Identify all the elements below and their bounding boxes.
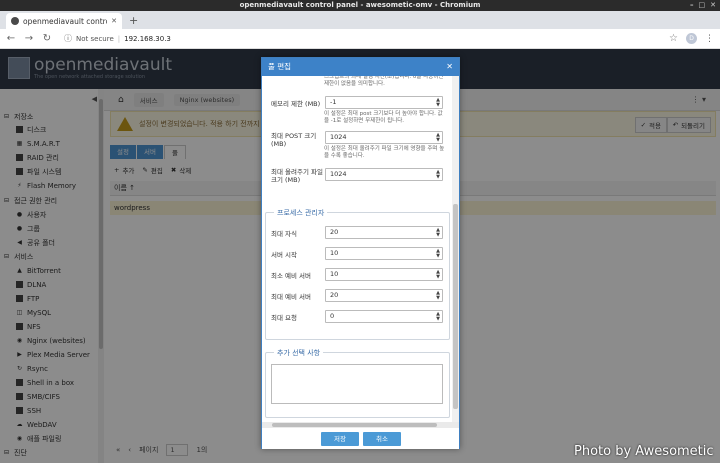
post-max-hint: 이 설정은 최대 올려주기 파일 크기에 영향을 주며 높을 수록 좋습니다. [324,146,445,159]
spinner-icon[interactable]: ▲ ▼ [436,170,440,180]
close-icon[interactable]: ✕ [446,58,453,76]
maximize-icon[interactable]: □ [699,0,706,11]
reload-icon[interactable]: ↻ [42,33,52,44]
address-bar[interactable]: ⓘ Not secure | 192.168.30.3 [64,33,171,44]
profile-avatar[interactable]: D [686,33,697,44]
post-max-field[interactable]: 1024 ▲ ▼ [325,131,443,144]
memory-limit-field[interactable]: -1 ▲ ▼ [325,96,443,109]
max-requests-label: 최대 요청 [271,314,297,322]
url-text: 192.168.30.3 [124,34,171,43]
min-spare-field[interactable]: 10 ▲ ▼ [325,268,443,281]
max-requests-field[interactable]: 0 ▲ ▼ [325,310,443,323]
browser-menu-icon[interactable]: ⋮ [705,34,714,44]
info-icon[interactable]: ⓘ [64,33,72,44]
dialog-header: 풀 편집 ✕ [262,58,459,76]
window-title: openmediavault control panel - awesometi… [239,1,481,9]
close-tab-icon[interactable]: ✕ [111,17,117,25]
spinner-icon[interactable]: ▲ ▼ [436,249,440,259]
cancel-button[interactable]: 취소 [363,432,401,446]
spinner-icon[interactable]: ▲ ▼ [436,228,440,238]
favicon-icon [11,17,19,25]
extra-options-textarea[interactable] [271,364,443,404]
extra-options-legend: 추가 선택 사항 [274,348,324,358]
dialog-body: 스크립트의 최대 실행 시간(초)입니다. 0을 사용하면 제한이 없음을 의미… [262,76,459,422]
max-spare-field[interactable]: 20 ▲ ▼ [325,289,443,302]
save-button[interactable]: 저장 [321,432,359,446]
forward-icon[interactable]: → [24,33,34,44]
browser-tabstrip: openmediavault control p ✕ + [0,11,720,29]
window-controls: – □ ✕ [690,0,716,11]
spinner-icon[interactable]: ▲ ▼ [436,133,440,143]
max-children-label: 최대 자식 [271,230,297,238]
dialog-footer: 저장 취소 [262,428,459,449]
dialog-scrollbar[interactable] [452,76,459,422]
back-icon[interactable]: ← [6,33,16,44]
spinner-icon[interactable]: ▲ ▼ [436,291,440,301]
post-max-label: 최대 POST 크기 (MB) [271,132,317,148]
window-titlebar: openmediavault control panel - awesometi… [0,0,720,11]
max-spare-label: 최대 예비 서버 [271,293,312,301]
spinner-icon[interactable]: ▲ ▼ [436,98,440,108]
spinner-icon[interactable]: ▲ ▼ [436,270,440,280]
upload-max-field[interactable]: 1024 ▲ ▼ [325,168,443,181]
dialog-title: 풀 편집 [268,62,292,71]
new-tab-icon[interactable]: + [129,14,138,27]
min-spare-label: 최소 예비 서버 [271,272,312,280]
max-exec-time-hint: 스크립트의 최대 실행 시간(초)입니다. 0을 사용하면 제한이 없음을 의미… [324,76,444,87]
security-label: Not secure [76,34,114,43]
browser-actions: ☆ D ⋮ [669,33,714,44]
edit-pool-dialog: 풀 편집 ✕ 스크립트의 최대 실행 시간(초)입니다. 0을 사용하면 제한이… [261,57,460,449]
process-manager-legend: 프로세스 관리자 [274,208,328,218]
spinner-icon[interactable]: ▲ ▼ [436,312,440,322]
bookmark-star-icon[interactable]: ☆ [669,33,678,44]
max-children-field[interactable]: 20 ▲ ▼ [325,226,443,239]
memory-limit-label: 메모리 제한 (MB) [271,100,321,108]
start-servers-field[interactable]: 10 ▲ ▼ [325,247,443,260]
minimize-icon[interactable]: – [690,0,694,11]
close-window-icon[interactable]: ✕ [710,0,716,11]
upload-max-label: 최대 올려주기 파일 크기 (MB) [271,168,323,184]
browser-navbar: ← → ↻ ⓘ Not secure | 192.168.30.3 ☆ D ⋮ [0,29,720,49]
browser-tab[interactable]: openmediavault control p ✕ [6,13,122,29]
tab-title: openmediavault control p [23,16,107,26]
memory-limit-hint: 이 설정은 최대 post 크기보다 더 높아야 합니다. 값을 -1로 설정하… [324,111,443,124]
photo-watermark: Photo by Awesometic [574,444,714,459]
start-servers-label: 서버 시작 [271,251,297,259]
